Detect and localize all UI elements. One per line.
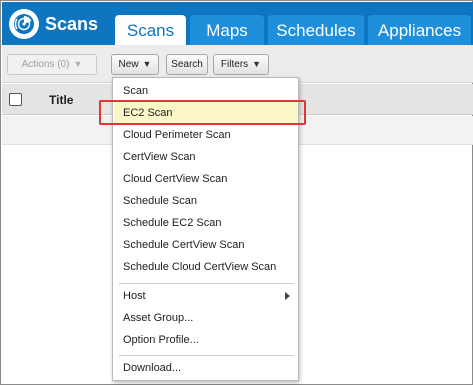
menu-item-certview-scan[interactable]: CertView Scan xyxy=(114,146,298,168)
menu-item-schedule-scan[interactable]: Schedule Scan xyxy=(114,190,298,212)
select-all-checkbox[interactable] xyxy=(9,93,22,106)
new-button-label: New xyxy=(118,59,139,70)
tab-maps[interactable]: Maps xyxy=(190,15,264,46)
chevron-down-icon: ▼ xyxy=(252,59,262,69)
scans-radar-logo-icon xyxy=(9,9,39,39)
menu-item-option-profile[interactable]: Option Profile... xyxy=(114,329,298,351)
menu-divider xyxy=(119,355,294,356)
menu-item-asset-group[interactable]: Asset Group... xyxy=(114,307,298,329)
menu-item-host[interactable]: Host xyxy=(114,285,298,307)
filters-button-label: Filters xyxy=(220,59,249,70)
app-title: Scans xyxy=(45,13,99,34)
app-header: Scans Scans Maps Schedules Appliances xyxy=(2,2,473,46)
tab-schedules[interactable]: Schedules xyxy=(268,15,364,46)
menu-item-schedule-ec2-scan[interactable]: Schedule EC2 Scan xyxy=(114,212,298,234)
chevron-down-icon: ▼ xyxy=(73,59,83,69)
actions-button-label: Actions (0) xyxy=(21,59,70,70)
menu-item-download[interactable]: Download... xyxy=(114,357,298,379)
menu-item-host-label: Host xyxy=(123,290,146,302)
menu-item-schedule-certview-scan[interactable]: Schedule CertView Scan xyxy=(114,234,298,256)
chevron-right-icon xyxy=(285,292,290,300)
column-header-title[interactable]: Title xyxy=(49,93,73,107)
menu-item-cloud-certview-scan[interactable]: Cloud CertView Scan xyxy=(114,168,298,190)
search-button[interactable]: Search xyxy=(166,54,208,75)
menu-item-cloud-perimeter-scan[interactable]: Cloud Perimeter Scan xyxy=(114,124,298,146)
tab-appliances[interactable]: Appliances xyxy=(368,15,471,46)
menu-item-schedule-cloud-certview-scan[interactable]: Schedule Cloud CertView Scan xyxy=(114,256,298,278)
tab-scans[interactable]: Scans xyxy=(115,15,186,46)
app-window: Scans Scans Maps Schedules Appliances Ac… xyxy=(0,0,473,385)
filters-button[interactable]: Filters ▼ xyxy=(213,54,269,75)
menu-item-scan[interactable]: Scan xyxy=(114,80,298,102)
actions-button[interactable]: Actions (0) ▼ xyxy=(7,54,97,75)
menu-divider xyxy=(119,283,294,284)
chevron-down-icon: ▼ xyxy=(142,59,152,69)
new-button[interactable]: New ▼ xyxy=(111,54,159,75)
brand: Scans xyxy=(9,9,98,39)
new-dropdown-menu: Scan EC2 Scan Cloud Perimeter Scan CertV… xyxy=(112,77,299,381)
menu-item-ec2-scan[interactable]: EC2 Scan xyxy=(114,102,298,124)
